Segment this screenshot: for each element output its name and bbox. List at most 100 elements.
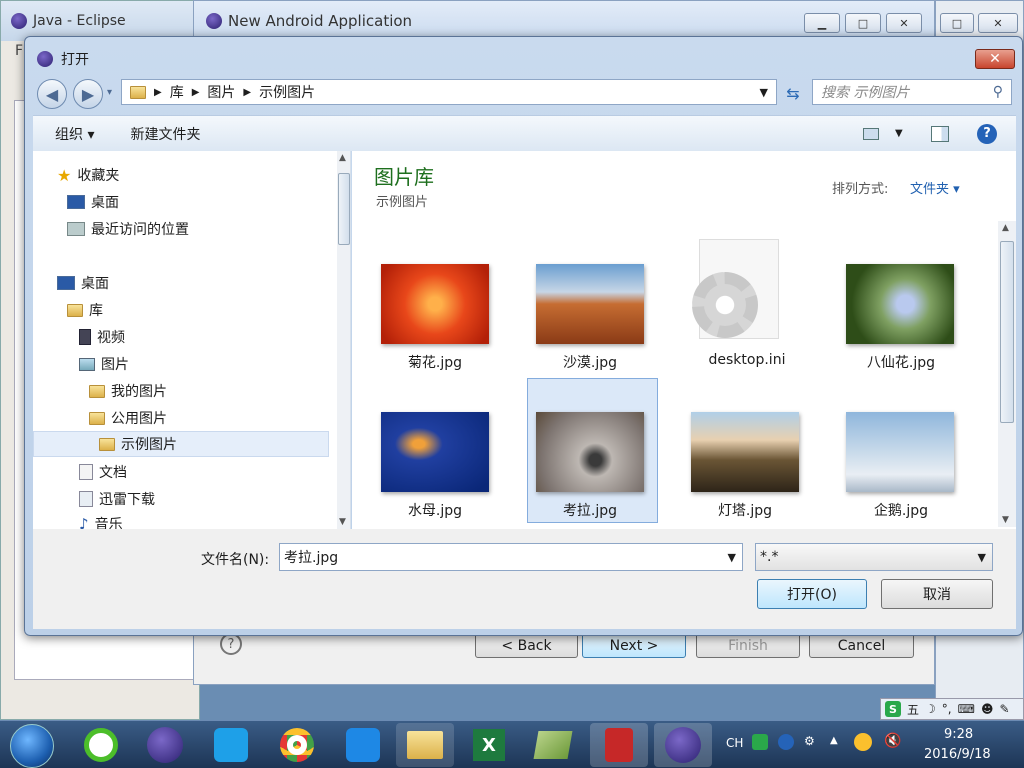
file-name[interactable]: 八仙花.jpg [824, 352, 978, 372]
filename-dropdown-icon[interactable]: ▼ [728, 551, 736, 564]
taskbar-ie-icon[interactable] [72, 723, 130, 767]
view-icon[interactable] [863, 127, 879, 140]
open-button[interactable]: 打开(O) [757, 579, 867, 609]
nav-item-libraries[interactable]: 库 [67, 299, 103, 321]
wrench-icon[interactable]: ✎ [999, 702, 1009, 716]
maximize-button[interactable]: □ [940, 13, 974, 33]
nav-item-desktop[interactable]: 桌面 [57, 272, 109, 294]
nav-item-my-pictures[interactable]: 我的图片 [89, 380, 167, 402]
back-arrow-icon[interactable]: ◀ [37, 79, 67, 109]
scroll-down-icon[interactable]: ▼ [1002, 515, 1009, 525]
keyboard-icon[interactable]: ⌨ [958, 702, 975, 716]
scroll-up-icon[interactable]: ▲ [339, 153, 346, 163]
file-thumbnail[interactable] [846, 412, 954, 492]
new-folder-button[interactable]: 新建文件夹 [130, 124, 200, 144]
file-thumbnail[interactable] [381, 264, 489, 344]
forward-arrow-icon[interactable]: ▶ [73, 79, 103, 109]
settings-tray-icon[interactable]: ⚙ [804, 734, 815, 748]
file-thumbnail[interactable] [846, 264, 954, 344]
taskbar-explorer-icon[interactable] [396, 723, 454, 767]
nav-favorites[interactable]: ★ 收藏夹 [57, 164, 119, 186]
sogou-ime-icon[interactable]: S [885, 701, 901, 717]
file-thumbnail[interactable] [536, 264, 644, 344]
taskbar-recorder-icon[interactable] [590, 723, 648, 767]
file-type-dropdown-icon[interactable]: ▼ [978, 551, 986, 564]
arrange-dropdown[interactable]: 文件夹 ▾ [910, 178, 960, 197]
help-icon[interactable]: ? [977, 123, 997, 144]
help-icon[interactable]: ? [220, 633, 242, 655]
filename-input[interactable]: 考拉.jpg ▼ [279, 543, 743, 571]
file-name[interactable]: 企鹅.jpg [824, 500, 978, 520]
file-name[interactable]: desktop.ini [670, 352, 824, 368]
nav-item-sample-pictures[interactable]: 示例图片 [99, 433, 177, 455]
breadcrumb-item[interactable]: 图片 [207, 82, 235, 102]
file-name[interactable]: 沙漠.jpg [513, 352, 667, 372]
punctuation-icon[interactable]: °, [942, 702, 952, 716]
address-bar[interactable]: ▶ 库 ▶ 图片 ▶ 示例图片 ▼ [121, 79, 777, 105]
minimize-button[interactable]: ▁ [804, 13, 840, 33]
history-dropdown-icon[interactable]: ▾ [107, 87, 112, 98]
file-name[interactable]: 考拉.jpg [513, 500, 667, 520]
show-hidden-icons[interactable]: ▲ [830, 735, 838, 746]
nav-item-pictures[interactable]: 图片 [79, 353, 129, 375]
settings-file-icon[interactable] [692, 239, 779, 339]
dialog-close-button[interactable]: ✕ [975, 49, 1015, 69]
taskbar-excel-icon[interactable]: X [460, 723, 518, 767]
chevron-right-icon[interactable]: ▶ [154, 87, 162, 98]
file-thumbnail[interactable] [381, 412, 489, 492]
file-name[interactable]: 菊花.jpg [358, 352, 512, 372]
maximize-button[interactable]: □ [845, 13, 881, 33]
volume-muted-icon[interactable]: 🔇 [884, 733, 901, 749]
file-thumbnail[interactable] [691, 412, 799, 492]
taskbar-cloud-icon[interactable] [334, 723, 392, 767]
chevron-right-icon[interactable]: ▶ [243, 87, 251, 98]
clock-time[interactable]: 9:28 [944, 727, 973, 742]
next-button[interactable]: Next > [582, 633, 686, 658]
breadcrumb-item[interactable]: 示例图片 [259, 82, 315, 102]
scroll-thumb[interactable] [338, 173, 350, 245]
moon-icon[interactable]: ☽ [925, 702, 936, 716]
nav-item-recent[interactable]: 最近访问的位置 [67, 218, 189, 240]
finish-button[interactable]: Finish [696, 633, 800, 658]
search-input[interactable]: 搜索 示例图片 ⚲ [812, 79, 1012, 105]
start-button[interactable] [10, 724, 54, 768]
chevron-right-icon[interactable]: ▶ [192, 87, 200, 98]
language-indicator[interactable]: CH [726, 736, 743, 750]
user-icon[interactable]: ☻ [981, 702, 994, 716]
taskbar-app-icon[interactable] [202, 723, 260, 767]
view-dropdown-icon[interactable]: ▼ [895, 128, 903, 139]
eclipse-titlebar[interactable]: Java - Eclipse [1, 1, 199, 41]
nav-item-documents[interactable]: 文档 [79, 461, 127, 483]
file-type-select[interactable]: *.* ▼ [755, 543, 993, 571]
nav-item-music[interactable]: ♪ 音乐 [79, 513, 123, 529]
scroll-up-icon[interactable]: ▲ [1002, 223, 1009, 233]
scroll-thumb[interactable] [1000, 241, 1014, 423]
taskbar-eclipse-active-icon[interactable] [654, 723, 712, 767]
breadcrumb-item[interactable]: 库 [170, 82, 184, 102]
file-thumbnail[interactable] [536, 412, 644, 492]
cancel-button[interactable]: Cancel [809, 633, 914, 658]
close-button[interactable]: ✕ [978, 13, 1018, 33]
organize-button[interactable]: 组织 ▾ [55, 124, 94, 144]
clock-date[interactable]: 2016/9/18 [924, 747, 991, 762]
file-name[interactable]: 灯塔.jpg [668, 500, 822, 520]
back-button[interactable]: < Back [475, 633, 578, 658]
taskbar-eclipse-icon[interactable] [136, 723, 194, 767]
security-tray-icon[interactable] [854, 733, 872, 751]
content-scrollbar[interactable]: ▲ ▼ [998, 221, 1016, 527]
nav-scrollbar[interactable]: ▲ ▼ [337, 151, 350, 529]
close-button[interactable]: ✕ [886, 13, 922, 33]
file-name[interactable]: 水母.jpg [358, 500, 512, 520]
ime-mode[interactable]: 五 [907, 701, 919, 718]
nav-item-thunder-downloads[interactable]: 迅雷下载 [79, 488, 155, 510]
ime-tray-icon[interactable] [752, 734, 768, 750]
nav-item-videos[interactable]: 视频 [79, 326, 125, 348]
dialog-titlebar[interactable]: 打开 [37, 49, 89, 69]
preview-pane-icon[interactable] [931, 125, 949, 142]
search-icon[interactable]: ⚲ [993, 84, 1003, 100]
scroll-down-icon[interactable]: ▼ [339, 517, 346, 527]
taskbar-chrome-icon[interactable] [268, 723, 326, 767]
nav-item-public-pictures[interactable]: 公用图片 [89, 407, 167, 429]
nav-item-desktop-fav[interactable]: 桌面 [67, 191, 119, 213]
help-tray-icon[interactable] [778, 734, 794, 750]
